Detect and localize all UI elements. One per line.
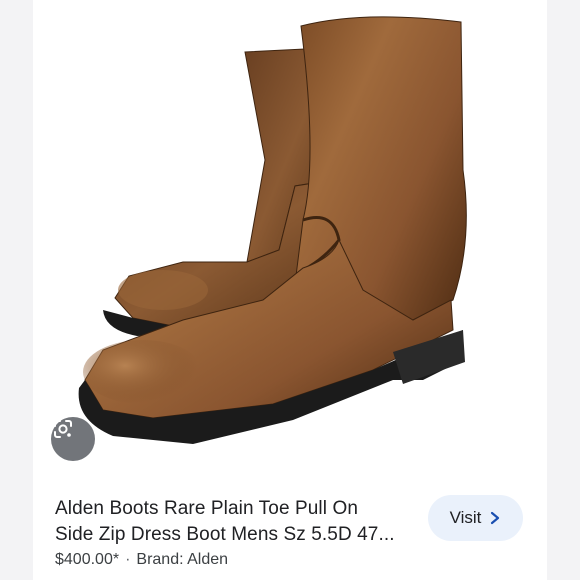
google-lens-button[interactable] xyxy=(51,417,95,461)
meta-separator: · xyxy=(125,551,131,568)
visit-button[interactable]: Visit xyxy=(428,495,523,541)
product-title[interactable]: Alden Boots Rare Plain Toe Pull On Side … xyxy=(55,496,415,548)
product-brand: Brand: Alden xyxy=(136,551,229,568)
screen: Alden Boots Rare Plain Toe Pull On Side … xyxy=(0,0,580,580)
product-image[interactable] xyxy=(33,0,547,482)
boots-illustration xyxy=(78,16,467,444)
visit-button-label: Visit xyxy=(449,508,482,527)
product-meta: $400.00* · Brand: Alden xyxy=(55,551,228,569)
product-price: $400.00* xyxy=(55,551,120,568)
google-lens-icon xyxy=(54,420,72,438)
product-title-line-1: Alden Boots Rare Plain Toe Pull On xyxy=(55,498,359,519)
product-title-line-2: Side Zip Dress Boot Mens Sz 5.5D 47... xyxy=(55,524,395,545)
product-card[interactable]: Alden Boots Rare Plain Toe Pull On Side … xyxy=(33,0,547,580)
chevron-right-icon xyxy=(491,511,500,525)
